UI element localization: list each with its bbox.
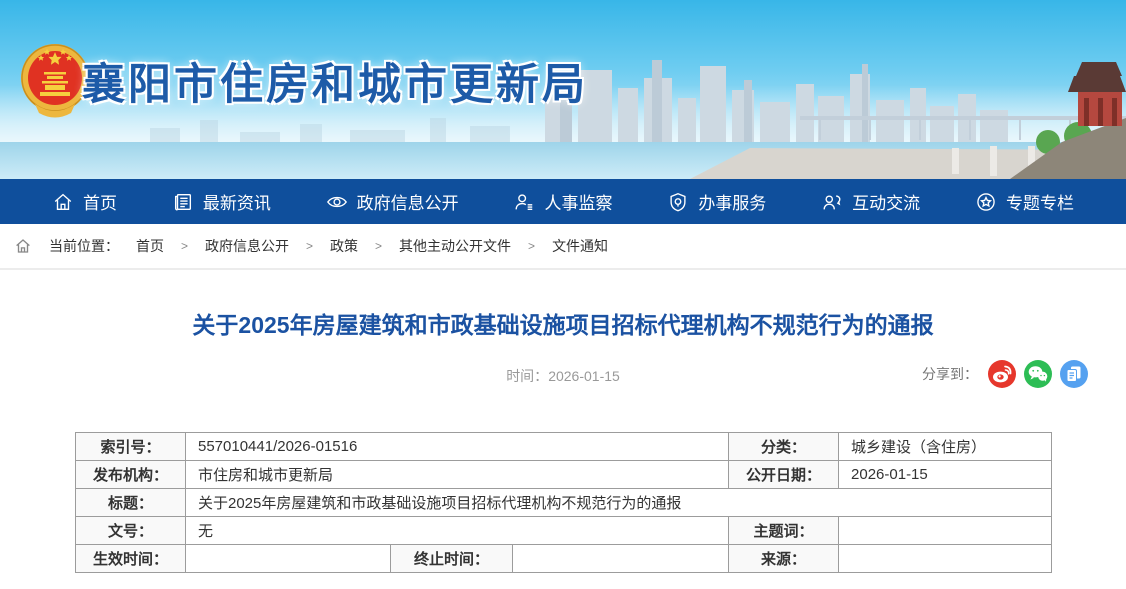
index-number-label: 索引号： xyxy=(76,433,186,461)
nav-item-home[interactable]: 首页 xyxy=(52,189,117,214)
nav-item-label: 办事服务 xyxy=(698,189,766,214)
nav-item-special-topics[interactable]: 专题专栏 xyxy=(975,189,1074,214)
article-meta-line: 时间：2026-01-15 分享到： xyxy=(0,360,1126,390)
issuing-agency-value: 市住房和城市更新局 xyxy=(186,461,729,489)
effective-date-label: 生效时间： xyxy=(76,545,186,573)
breadcrumb-item-file-notice[interactable]: 文件通知 xyxy=(552,236,608,256)
share-bar: 分享到： xyxy=(922,360,1088,388)
nav-item-label: 政府信息公开 xyxy=(357,189,459,214)
keywords-label: 主题词： xyxy=(729,517,839,545)
nav-item-label: 首页 xyxy=(83,189,117,214)
issuing-agency-label: 发布机构： xyxy=(76,461,186,489)
source-value xyxy=(839,545,1052,573)
document-meta-table: 索引号： 557010441/2026-01516 分类： 城乡建设（含住房） … xyxy=(75,432,1051,573)
category-value: 城乡建设（含住房） xyxy=(839,433,1052,461)
publish-date-label: 公开日期： xyxy=(729,461,839,489)
star-circle-icon xyxy=(975,191,997,213)
index-number-value: 557010441/2026-01516 xyxy=(186,433,729,461)
wechat-icon[interactable] xyxy=(1024,360,1052,388)
nav-item-label: 专题专栏 xyxy=(1006,189,1074,214)
keywords-value xyxy=(839,517,1052,545)
source-label: 来源： xyxy=(729,545,839,573)
category-label: 分类： xyxy=(729,433,839,461)
nav-item-label: 互动交流 xyxy=(852,189,920,214)
publish-time-value: 2026-01-15 xyxy=(548,368,620,384)
expiry-date-value xyxy=(513,545,729,573)
breadcrumb-item-policy[interactable]: 政策 xyxy=(330,236,358,256)
nav-item-news[interactable]: 最新资讯 xyxy=(172,189,271,214)
doc-title-value: 关于2025年房屋建筑和市政基础设施项目招标代理机构不规范行为的通报 xyxy=(186,489,1052,517)
doc-title-label: 标题： xyxy=(76,489,186,517)
news-icon xyxy=(172,191,194,213)
nav-item-interaction[interactable]: 互动交流 xyxy=(821,189,920,214)
page-title: 关于2025年房屋建筑和市政基础设施项目招标代理机构不规范行为的通报 xyxy=(0,306,1126,340)
breadcrumb-item-other-public-docs[interactable]: 其他主动公开文件 xyxy=(399,236,511,256)
doc-number-value: 无 xyxy=(186,517,729,545)
main-nav: 首页 最新资讯 政府信息公开 人事监察 办 xyxy=(0,179,1126,224)
table-row: 索引号： 557010441/2026-01516 分类： 城乡建设（含住房） xyxy=(76,433,1052,461)
breadcrumb-separator: > xyxy=(528,239,535,253)
breadcrumb-item-gov-info[interactable]: 政府信息公开 xyxy=(205,236,289,256)
nav-item-services[interactable]: 办事服务 xyxy=(667,189,766,214)
site-title: 襄阳市住房和城市更新局 xyxy=(82,50,588,112)
chat-people-icon xyxy=(821,191,843,213)
breadcrumb-prefix: 当前位置： xyxy=(49,236,119,256)
expiry-date-label: 终止时间： xyxy=(391,545,513,573)
nav-item-personnel[interactable]: 人事监察 xyxy=(513,189,612,214)
home-icon xyxy=(52,191,74,213)
breadcrumb: 当前位置： 首页 > 政府信息公开 > 政策 > 其他主动公开文件 > 文件通知 xyxy=(0,224,1126,270)
publish-time-label: 时间： xyxy=(506,368,548,384)
breadcrumb-separator: > xyxy=(306,239,313,253)
shield-icon xyxy=(667,191,689,213)
table-row: 发布机构： 市住房和城市更新局 公开日期： 2026-01-15 xyxy=(76,461,1052,489)
share-label: 分享到： xyxy=(922,364,978,384)
person-icon xyxy=(513,191,535,213)
eye-icon xyxy=(326,191,348,213)
table-row: 生效时间： 终止时间： 来源： xyxy=(76,545,1052,573)
effective-date-value xyxy=(186,545,391,573)
breadcrumb-item-home[interactable]: 首页 xyxy=(136,236,164,256)
publish-date-value: 2026-01-15 xyxy=(839,461,1052,489)
doc-number-label: 文号： xyxy=(76,517,186,545)
breadcrumb-separator: > xyxy=(181,239,188,253)
breadcrumb-separator: > xyxy=(375,239,382,253)
site-banner: 襄阳市住房和城市更新局 xyxy=(0,0,1126,179)
nav-item-label: 人事监察 xyxy=(544,189,612,214)
copy-icon[interactable] xyxy=(1060,360,1088,388)
table-row: 标题： 关于2025年房屋建筑和市政基础设施项目招标代理机构不规范行为的通报 xyxy=(76,489,1052,517)
national-emblem xyxy=(18,42,92,120)
home-icon xyxy=(14,237,32,255)
nav-item-gov-info[interactable]: 政府信息公开 xyxy=(326,189,459,214)
table-row: 文号： 无 主题词： xyxy=(76,517,1052,545)
nav-item-label: 最新资讯 xyxy=(203,189,271,214)
weibo-icon[interactable] xyxy=(988,360,1016,388)
